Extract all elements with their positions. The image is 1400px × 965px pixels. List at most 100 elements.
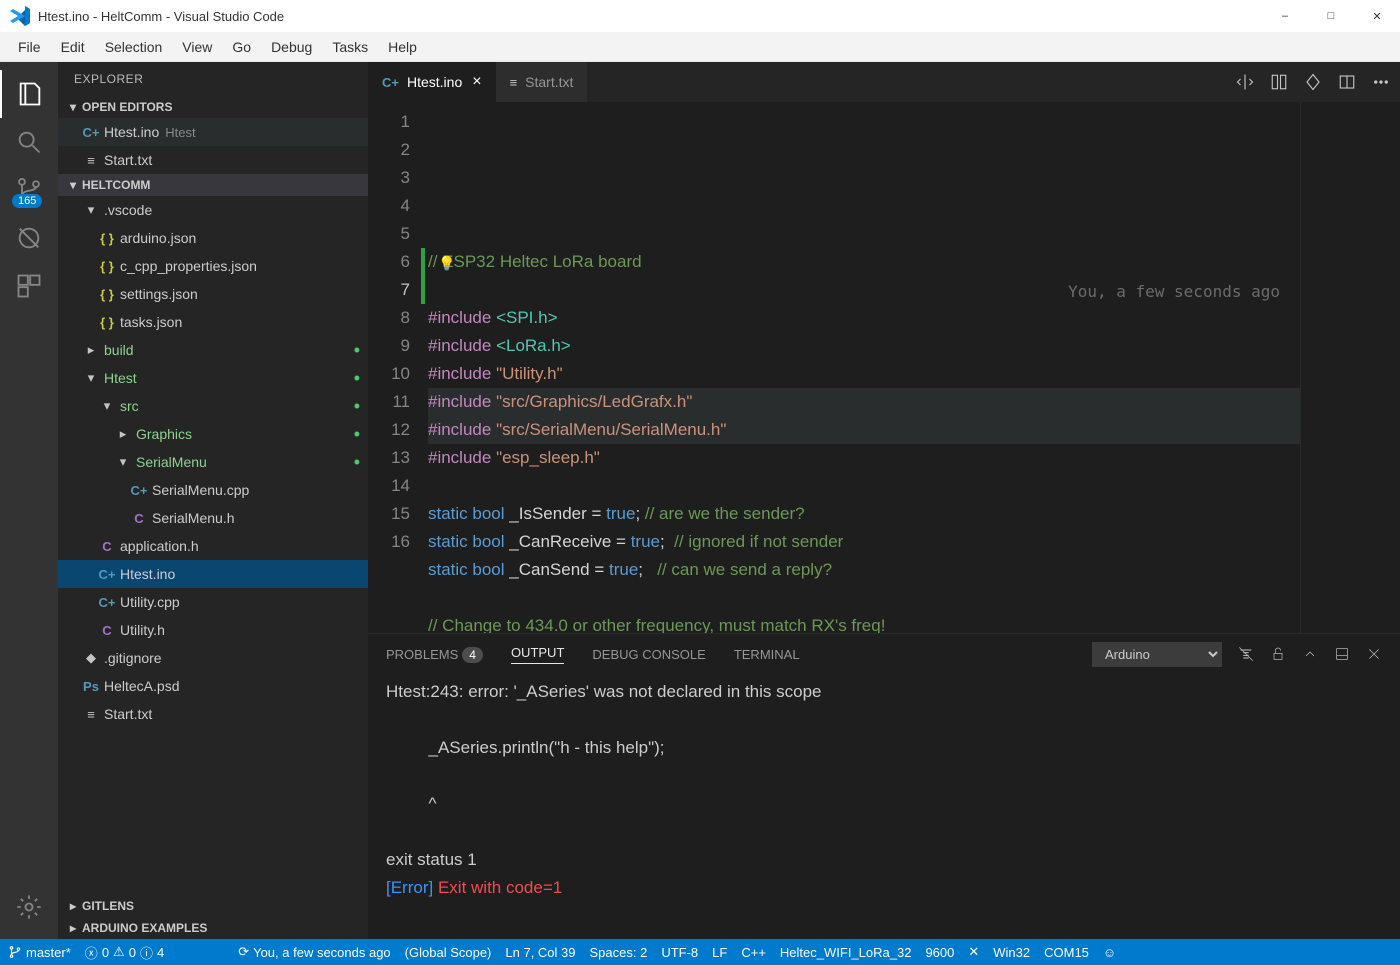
- menu-tasks[interactable]: Tasks: [322, 35, 378, 59]
- menu-file[interactable]: File: [8, 35, 51, 59]
- chevron-right-icon: ▸: [70, 899, 82, 913]
- tree-item-label: application.h: [120, 538, 199, 554]
- more-icon[interactable]: [1372, 73, 1390, 91]
- status-indent[interactable]: Spaces: 2: [590, 945, 648, 960]
- output-body[interactable]: Htest:243: error: '_ASeries' was not dec…: [368, 674, 1400, 939]
- tree-item[interactable]: ▸build•: [58, 336, 368, 364]
- status-blame[interactable]: ⟳ You, a few seconds ago: [238, 944, 390, 960]
- cpp-icon: C+: [82, 125, 100, 140]
- open-editor-item[interactable]: C+ Htest.ino Htest: [58, 118, 368, 146]
- clear-icon[interactable]: [1238, 646, 1254, 662]
- modified-dot-icon: •: [354, 425, 360, 443]
- section-open-editors[interactable]: ▾OPEN EDITORS: [58, 96, 368, 118]
- status-platform[interactable]: Win32: [993, 945, 1030, 960]
- tree-item[interactable]: ◆.gitignore: [58, 644, 368, 672]
- tree-item[interactable]: ≡Start.txt: [58, 700, 368, 728]
- status-branch[interactable]: master*: [8, 945, 71, 960]
- menu-debug[interactable]: Debug: [261, 35, 322, 59]
- status-lang[interactable]: C++: [741, 945, 766, 960]
- status-port[interactable]: COM15: [1044, 945, 1089, 960]
- compare-icon[interactable]: [1236, 73, 1254, 91]
- cpp-icon: C+: [98, 595, 116, 610]
- tree-item[interactable]: C+SerialMenu.cpp: [58, 476, 368, 504]
- status-close[interactable]: ✕: [968, 944, 979, 960]
- minimize-button[interactable]: –: [1262, 0, 1308, 32]
- codelens-blame[interactable]: You, a few seconds ago: [1068, 278, 1280, 306]
- tree-item[interactable]: C+Utility.cpp: [58, 588, 368, 616]
- status-cursor[interactable]: Ln 7, Col 39: [505, 945, 575, 960]
- tree-item[interactable]: CSerialMenu.h: [58, 504, 368, 532]
- activity-explorer[interactable]: [0, 70, 58, 118]
- tab-htest[interactable]: C+ Htest.ino ×: [368, 62, 496, 102]
- maximize-button[interactable]: □: [1308, 0, 1354, 32]
- nav-icon[interactable]: [1304, 73, 1322, 91]
- tab-terminal[interactable]: TERMINAL: [734, 647, 800, 662]
- tree-item[interactable]: ▾Htest•: [58, 364, 368, 392]
- tab-problems[interactable]: PROBLEMS4: [386, 647, 483, 662]
- chevron-right-icon: ▸: [82, 342, 100, 358]
- sidebar-title: EXPLORER: [58, 62, 368, 96]
- status-feedback[interactable]: ☺: [1103, 945, 1116, 960]
- tree-item[interactable]: C+Htest.ino: [58, 560, 368, 588]
- section-arduino-examples[interactable]: ▸ARDUINO EXAMPLES: [58, 917, 368, 939]
- tab-debug-console[interactable]: DEBUG CONSOLE: [592, 647, 705, 662]
- modified-dot-icon: •: [354, 453, 360, 471]
- activity-search[interactable]: [0, 118, 58, 166]
- line-gutter: 12345678910111213141516: [368, 102, 428, 633]
- status-scope[interactable]: (Global Scope): [405, 945, 492, 960]
- close-icon[interactable]: ×: [472, 73, 481, 91]
- split-icon[interactable]: [1338, 73, 1356, 91]
- modified-indicator: [421, 248, 425, 304]
- menu-go[interactable]: Go: [222, 35, 261, 59]
- menu-edit[interactable]: Edit: [51, 35, 95, 59]
- menu-view[interactable]: View: [172, 35, 222, 59]
- menu-help[interactable]: Help: [378, 35, 427, 59]
- section-project[interactable]: ▾HELTCOMM: [58, 174, 368, 196]
- lightbulb-icon[interactable]: 💡: [438, 249, 455, 277]
- tree-item[interactable]: { }arduino.json: [58, 224, 368, 252]
- activity-settings[interactable]: [0, 883, 58, 931]
- code-line: #include <SPI.h>: [428, 304, 1300, 332]
- minimap[interactable]: [1300, 102, 1400, 633]
- code-content[interactable]: 💡 You, a few seconds ago // ESP32 Heltec…: [428, 102, 1300, 633]
- text-icon: ≡: [510, 75, 518, 90]
- chevron-down-icon: ▾: [82, 202, 100, 218]
- tree-item[interactable]: Capplication.h: [58, 532, 368, 560]
- diff-icon[interactable]: [1270, 73, 1288, 91]
- status-board[interactable]: Heltec_WIFI_LoRa_32: [780, 945, 912, 960]
- tree-item[interactable]: ▾src•: [58, 392, 368, 420]
- lock-icon[interactable]: [1270, 646, 1286, 662]
- tree-item[interactable]: { }c_cpp_properties.json: [58, 252, 368, 280]
- tree-item[interactable]: { }settings.json: [58, 280, 368, 308]
- section-gitlens[interactable]: ▸GITLENS: [58, 895, 368, 917]
- tab-start[interactable]: ≡ Start.txt: [496, 62, 588, 102]
- activity-scm[interactable]: 165: [0, 166, 58, 214]
- tree-item[interactable]: ▸Graphics•: [58, 420, 368, 448]
- sidebar: EXPLORER ▾OPEN EDITORS C+ Htest.ino Htes…: [58, 62, 368, 939]
- menu-selection[interactable]: Selection: [95, 35, 173, 59]
- tree-item[interactable]: PsHeltecA.psd: [58, 672, 368, 700]
- git-icon: ◆: [82, 650, 100, 666]
- close-button[interactable]: ✕: [1354, 0, 1400, 32]
- output-channel-select[interactable]: Arduino: [1092, 642, 1222, 667]
- chevron-up-icon[interactable]: [1302, 646, 1318, 662]
- tree-item[interactable]: CUtility.h: [58, 616, 368, 644]
- tree-item[interactable]: ▾.vscode: [58, 196, 368, 224]
- status-problems[interactable]: ⓧ 0 ⚠ 0 ⓘ 4: [85, 943, 164, 962]
- activity-debug[interactable]: [0, 214, 58, 262]
- status-baud[interactable]: 9600: [925, 945, 954, 960]
- tree-item[interactable]: ▾SerialMenu•: [58, 448, 368, 476]
- close-panel-icon[interactable]: [1366, 646, 1382, 662]
- tree-item-label: arduino.json: [120, 230, 196, 246]
- code-editor[interactable]: 12345678910111213141516 💡 You, a few sec…: [368, 102, 1400, 633]
- maximize-panel-icon[interactable]: [1334, 646, 1350, 662]
- c-icon: C: [130, 511, 148, 526]
- open-editor-item[interactable]: ≡ Start.txt: [58, 146, 368, 174]
- code-line: #include "src/SerialMenu/SerialMenu.h": [428, 416, 1300, 444]
- tree-item[interactable]: { }tasks.json: [58, 308, 368, 336]
- activity-extensions[interactable]: [0, 262, 58, 310]
- status-eol[interactable]: LF: [712, 945, 727, 960]
- panel-tabs: PROBLEMS4 OUTPUT DEBUG CONSOLE TERMINAL …: [368, 634, 1400, 674]
- status-encoding[interactable]: UTF-8: [661, 945, 698, 960]
- tab-output[interactable]: OUTPUT: [511, 645, 564, 664]
